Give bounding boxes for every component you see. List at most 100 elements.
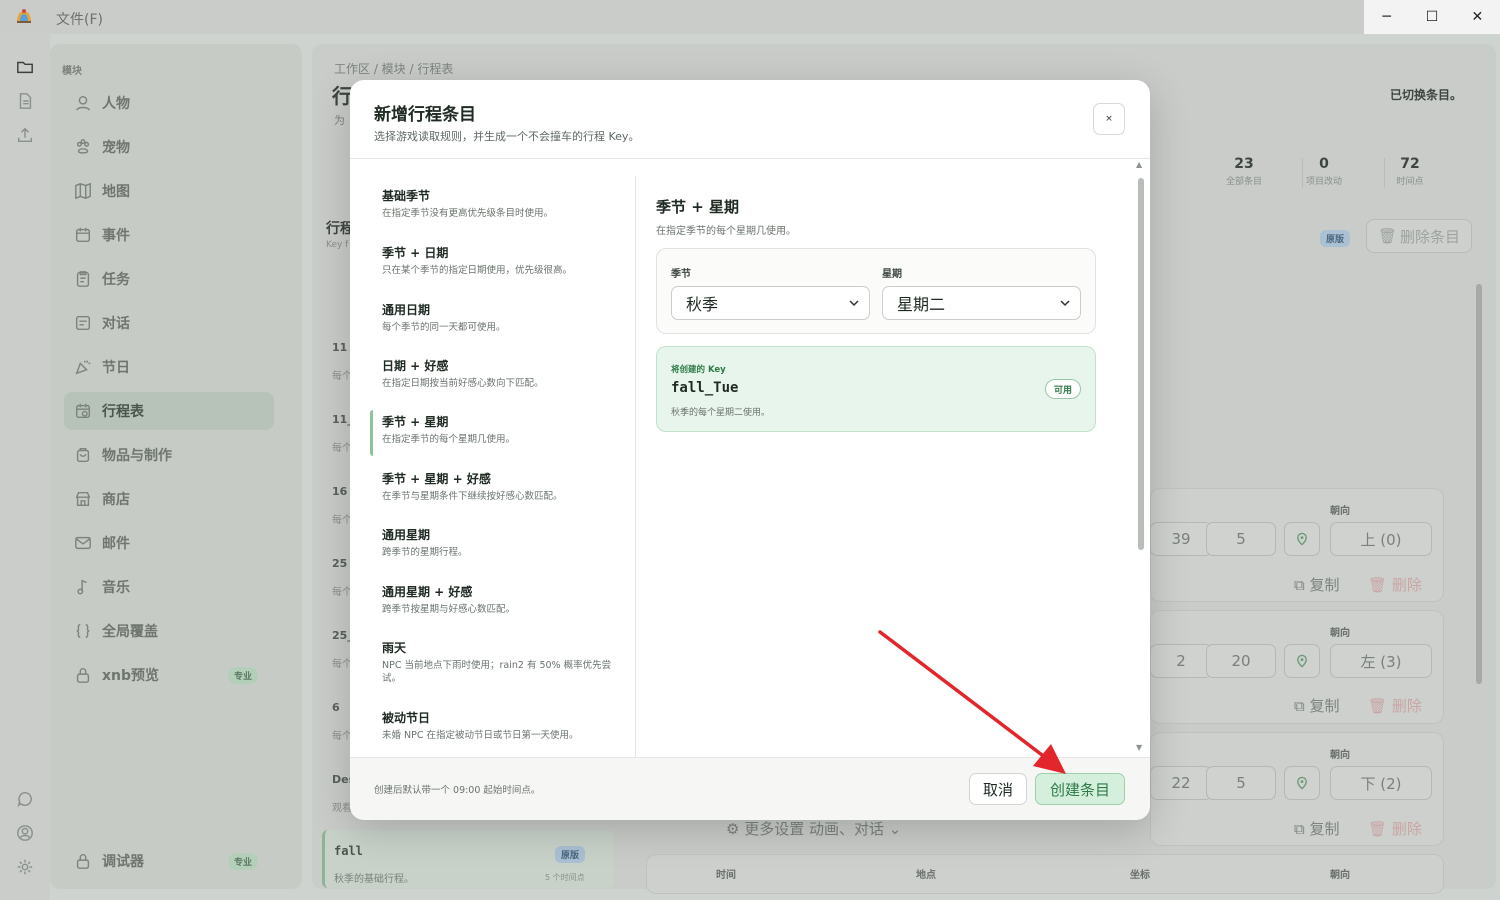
delete-entry-label: 删除条目 (1400, 227, 1461, 246)
list-item-sub: 观看 (332, 803, 352, 814)
user-icon (76, 95, 90, 111)
list-item[interactable]: 25 (332, 557, 347, 570)
dialog-scrollbar[interactable] (1138, 178, 1144, 550)
list-item[interactable]: 16 (332, 485, 347, 498)
rule-item-common-weekday[interactable]: 通用星期 跨季节的星期行程。 (370, 523, 635, 569)
rule-item-rain[interactable]: 雨天 NPC 当前地点下雨时使用；rain2 有 50% 概率优先尝试。 (370, 636, 635, 696)
delete-button[interactable]: 🗑 删除 (1368, 574, 1422, 595)
rule-item-passive-festival[interactable]: 被动节日 未婚 NPC 在指定被动节日或节日第一天使用。 (370, 706, 635, 752)
bag-icon (76, 447, 90, 463)
rule-desc: 在季节与星期条件下继续按好感心数匹配。 (382, 491, 563, 502)
direction-label: 朝向 (1330, 750, 1350, 761)
copy-icon: ⧉ (1294, 576, 1310, 594)
trash-icon: 🗑 (1368, 576, 1392, 594)
list-item[interactable]: 11 (332, 341, 347, 354)
breadcrumb: 工作区 / 模块 / 行程表 (334, 62, 454, 76)
sidebar-item-maps[interactable]: 地图 (64, 172, 274, 210)
time-point-card (646, 854, 1444, 894)
sidebar-item-dialogue[interactable]: 对话 (64, 304, 274, 342)
sidebar-item-debugger[interactable]: 调试器 专业 (64, 842, 274, 880)
sidebar-item-music[interactable]: 音乐 (64, 568, 274, 606)
rail-settings-button[interactable] (12, 854, 38, 880)
rule-item-common-date[interactable]: 通用日期 每个季节的同一天都可使用。 (370, 298, 635, 344)
coord-x-field[interactable]: 22 (1150, 766, 1212, 800)
trash-icon: 🗑 (1377, 227, 1398, 245)
key-preview-note: 秋季的每个星期二使用。 (671, 408, 771, 418)
copy-icon: ⧉ (1294, 697, 1310, 715)
maximize-button[interactable]: ☐ (1409, 0, 1454, 34)
list-item[interactable]: 6 (332, 701, 340, 714)
sliders-icon: ⚙ (726, 820, 745, 838)
minimize-button[interactable]: ─ (1364, 0, 1409, 34)
calendar-icon (75, 227, 91, 243)
delete-entry-button[interactable]: 🗑 删除条目 (1366, 219, 1472, 253)
coord-x-field[interactable]: 2 (1150, 644, 1212, 678)
sidebar-item-label: 行程表 (102, 404, 144, 420)
rule-item-base-season[interactable]: 基础季节 在指定季节没有更高优先级条目时使用。 (370, 184, 635, 230)
scroll-down-arrow[interactable]: ▼ (1136, 743, 1142, 752)
copy-button[interactable]: ⧉ 复制 (1294, 818, 1340, 839)
sidebar-item-events[interactable]: 事件 (64, 216, 274, 254)
copy-button[interactable]: ⧉ 复制 (1294, 695, 1340, 716)
sidebar-item-xnb-preview[interactable]: xnb预览 专业 (64, 656, 274, 694)
sidebar-section-title: 模块 (62, 66, 82, 77)
sidebar-item-schedule[interactable]: 行程表 (64, 392, 274, 430)
sidebar-item-label: 对话 (102, 316, 130, 332)
rail-account-button[interactable] (12, 820, 38, 846)
sidebar-item-label: 邮件 (102, 536, 130, 552)
scroll-up-arrow[interactable]: ▲ (1136, 160, 1142, 169)
close-window-button[interactable]: ✕ (1455, 0, 1500, 34)
rule-item-season-weekday-hearts[interactable]: 季节 + 星期 + 好感 在季节与星期条件下继续按好感心数匹配。 (370, 467, 635, 513)
dialog-footer: 创建后默认带一个 09:00 起始时间点。 取消 创建条目 (350, 757, 1150, 820)
delete-button[interactable]: 🗑 删除 (1368, 695, 1422, 716)
sidebar-item-items-crafting[interactable]: 物品与制作 (64, 436, 274, 474)
key-preview: 将创建的 Key fall_Tue 秋季的每个星期二使用。 可用 (656, 346, 1096, 432)
rail-export-button[interactable] (12, 122, 38, 148)
direction-select[interactable]: 上 (0) (1330, 522, 1432, 556)
key-available-badge: 可用 (1045, 379, 1081, 399)
rule-desc: 在指定日期按当前好感心数向下匹配。 (382, 378, 544, 389)
coord-y-field[interactable]: 5 (1206, 766, 1276, 800)
rule-item-season-weekday[interactable]: 季节 + 星期 在指定季节的每个星期几使用。 (370, 410, 635, 456)
table-header-time: 时间 (716, 870, 736, 881)
direction-select[interactable]: 左 (3) (1330, 644, 1432, 678)
sidebar-item-quests[interactable]: 任务 (64, 260, 274, 298)
weekday-select-value: 星期二 (897, 295, 946, 314)
dialog-close-button[interactable]: × (1093, 103, 1125, 135)
direction-select[interactable]: 下 (2) (1330, 766, 1432, 800)
sidebar-item-global-override[interactable]: 全局覆盖 (64, 612, 274, 650)
coord-y-field[interactable]: 20 (1206, 644, 1276, 678)
sidebar-item-label: 音乐 (102, 580, 130, 596)
pick-location-button[interactable] (1284, 522, 1320, 556)
main-scrollbar[interactable] (1476, 284, 1482, 684)
menu-file[interactable]: 文件(F) (56, 9, 103, 29)
copy-label: 复制 (1309, 820, 1340, 838)
sidebar-item-mail[interactable]: 邮件 (64, 524, 274, 562)
coord-y-field[interactable]: 5 (1206, 522, 1276, 556)
rail-feedback-button[interactable] (12, 786, 38, 812)
sidebar-item-festivals[interactable]: 节日 (64, 348, 274, 386)
weekday-select[interactable]: 星期二 (882, 286, 1081, 320)
create-entry-button[interactable]: 创建条目 (1035, 773, 1125, 805)
schedule-entry-fall[interactable]: fall 秋季的基础行程。 原版 5 个时间点 (322, 830, 614, 888)
sidebar-item-shops[interactable]: 商店 (64, 480, 274, 518)
direction-label: 朝向 (1330, 506, 1350, 517)
rule-desc: 只在某个季节的指定日期使用，优先级很高。 (382, 265, 573, 276)
sidebar-item-pets[interactable]: 宠物 (64, 128, 274, 166)
pick-location-button[interactable] (1284, 644, 1320, 678)
rail-document-button[interactable] (12, 88, 38, 114)
page-title: 行 (332, 84, 352, 108)
rule-item-common-weekday-hearts[interactable]: 通用星期 + 好感 跨季节按星期与好感心数匹配。 (370, 580, 635, 626)
delete-button[interactable]: 🗑 删除 (1368, 818, 1422, 839)
sidebar-item-characters[interactable]: 人物 (64, 84, 274, 122)
rule-item-season-date[interactable]: 季节 + 日期 只在某个季节的指定日期使用，优先级很高。 (370, 241, 635, 287)
rule-item-date-hearts[interactable]: 日期 + 好感 在指定日期按当前好感心数向下匹配。 (370, 354, 635, 400)
pick-location-button[interactable] (1284, 766, 1320, 800)
cancel-button[interactable]: 取消 (969, 773, 1027, 805)
rail-folder-button[interactable] (12, 54, 38, 80)
more-settings-toggle[interactable]: ⚙ 更多设置 动画、对话 ⌄ (726, 818, 901, 839)
season-select[interactable]: 秋季 (671, 286, 870, 320)
coord-x-field[interactable]: 39 (1150, 522, 1212, 556)
copy-button[interactable]: ⧉ 复制 (1294, 574, 1340, 595)
schedule-icon (75, 403, 91, 419)
